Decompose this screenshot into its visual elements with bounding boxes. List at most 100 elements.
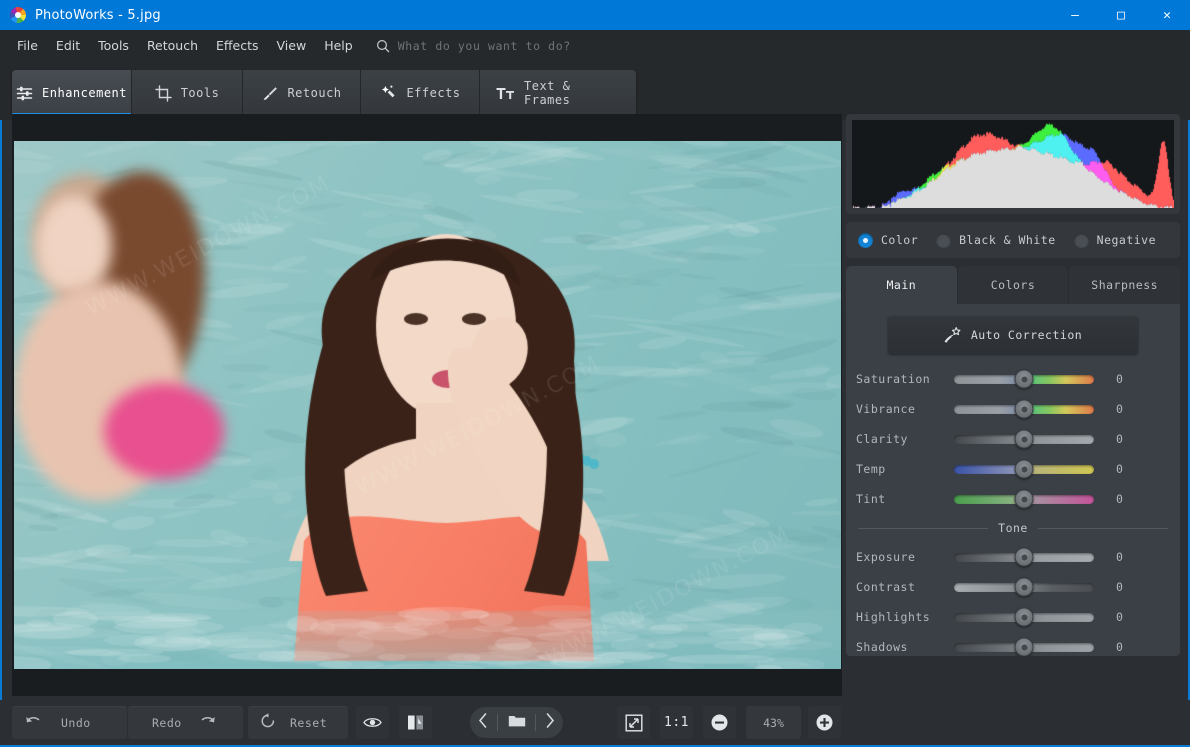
radio-label: Color [881,233,918,247]
tab-text-frames[interactable]: Text & Frames [480,70,636,116]
reset-label: Reset [290,706,327,739]
prev-image-button[interactable] [478,713,488,732]
minimize-button[interactable]: — [1052,0,1098,30]
slider-track-saturation[interactable] [954,375,1094,384]
slider-label: Clarity [856,432,954,446]
slider-track-highlights[interactable] [954,613,1094,622]
magic-wand-icon [379,84,397,102]
window-title: PhotoWorks - 5.jpg [35,8,161,23]
radio-black-and-white[interactable]: Black & White [936,233,1056,248]
slider-track-vibrance[interactable] [954,405,1094,414]
photo-preview[interactable] [14,141,841,669]
search-icon [376,39,390,53]
radio-color[interactable]: Color [858,233,918,248]
redo-button[interactable]: Redo [128,706,243,739]
auto-correction-label: Auto Correction [971,328,1082,342]
next-image-button[interactable] [545,713,555,732]
search-placeholder: What do you want to do? [398,39,571,53]
tab-effects[interactable]: Effects [361,70,480,116]
zoom-in-button[interactable] [808,706,841,739]
folder-button[interactable] [508,713,526,732]
radio-dot-icon [1074,233,1089,248]
slider-track-temp[interactable] [954,465,1094,474]
slider-value: 0 [1116,492,1123,506]
slider-thumb[interactable] [1015,490,1034,509]
title-bar: PhotoWorks - 5.jpg — □ ✕ [0,0,1190,30]
slider-row-temp: Temp 0 [846,454,1180,484]
slider-label: Contrast [856,580,954,594]
zoom-level-display[interactable]: 43% [746,706,801,739]
slider-value: 0 [1116,640,1123,654]
mode-tabs: Enhancement Tools Retouch Effects Text &… [12,70,636,116]
slider-row-shadows: Shadows 0 [846,632,1180,656]
folder-icon [508,714,526,728]
menu-item-edit[interactable]: Edit [47,30,89,62]
color-mode-box: Color Black & White Negative [846,222,1180,258]
actual-size-button[interactable]: 1:1 [660,706,693,739]
slider-row-highlights: Highlights 0 [846,602,1180,632]
before-after-button[interactable] [399,706,432,739]
window-controls: — □ ✕ [1052,0,1190,30]
zoom-out-button[interactable] [703,706,736,739]
before-after-icon [407,714,424,731]
close-button[interactable]: ✕ [1144,0,1190,30]
bottom-toolbar: Undo Redo Reset 1:1 43% [0,700,1190,745]
slider-row-clarity: Clarity 0 [846,424,1180,454]
eye-icon [363,716,382,729]
slider-track-clarity[interactable] [954,435,1094,444]
radio-label: Black & White [959,233,1056,247]
panel-tab-main[interactable]: Main [846,266,958,304]
image-canvas-pane[interactable]: WWW.WEIDOWN.COM WWW.WEIDOWN.COM WWW.WEID… [12,114,842,696]
tab-enhancement[interactable]: Enhancement [12,70,132,116]
search-box[interactable]: What do you want to do? [376,39,571,53]
tab-strip: Enhancement Tools Retouch Effects Text &… [0,62,1190,120]
fit-to-screen-icon [625,714,643,732]
slider-track-exposure[interactable] [954,553,1094,562]
menu-item-file[interactable]: File [8,30,47,62]
slider-row-tint: Tint 0 [846,484,1180,514]
slider-value: 0 [1116,550,1123,564]
auto-correction-button[interactable]: Auto Correction [888,316,1138,354]
fit-to-screen-button[interactable] [617,706,650,739]
tab-label: Retouch [287,86,341,100]
slider-thumb[interactable] [1015,430,1034,449]
slider-row-contrast: Contrast 0 [846,572,1180,602]
slider-thumb[interactable] [1015,548,1034,567]
slider-track-contrast[interactable] [954,583,1094,592]
undo-button[interactable]: Undo [12,706,127,739]
preview-toggle-button[interactable] [356,706,389,739]
menu-item-help[interactable]: Help [315,30,362,62]
plus-circle-icon [815,713,834,732]
slider-thumb[interactable] [1015,638,1034,657]
panel-tab-sharpness[interactable]: Sharpness [1069,266,1180,304]
slider-value: 0 [1116,610,1123,624]
menu-item-effects[interactable]: Effects [207,30,268,62]
slider-thumb[interactable] [1015,400,1034,419]
crop-icon [155,85,172,102]
slider-thumb[interactable] [1015,370,1034,389]
slider-thumb[interactable] [1015,578,1034,597]
photoworks-window: PhotoWorks - 5.jpg — □ ✕ File Edit Tools… [0,0,1190,747]
radio-negative[interactable]: Negative [1074,233,1156,248]
tab-label: Tools [181,86,220,100]
reset-button[interactable]: Reset [248,706,348,739]
text-frames-icon [496,85,515,102]
slider-label: Highlights [856,610,954,624]
slider-row-exposure: Exposure 0 [846,542,1180,572]
slider-thumb[interactable] [1015,460,1034,479]
slider-thumb[interactable] [1015,608,1034,627]
menu-item-view[interactable]: View [268,30,316,62]
menu-item-tools[interactable]: Tools [89,30,138,62]
slider-label: Temp [856,462,954,476]
redo-label: Redo [152,706,182,739]
slider-track-tint[interactable] [954,495,1094,504]
menu-item-retouch[interactable]: Retouch [138,30,207,62]
tab-tools[interactable]: Tools [132,70,243,116]
slider-label: Tint [856,492,954,506]
divider [535,714,536,731]
panel-tab-colors[interactable]: Colors [958,266,1070,304]
slider-track-shadows[interactable] [954,643,1094,652]
tab-retouch[interactable]: Retouch [243,70,361,116]
redo-arrow-icon [200,713,217,732]
maximize-button[interactable]: □ [1098,0,1144,30]
